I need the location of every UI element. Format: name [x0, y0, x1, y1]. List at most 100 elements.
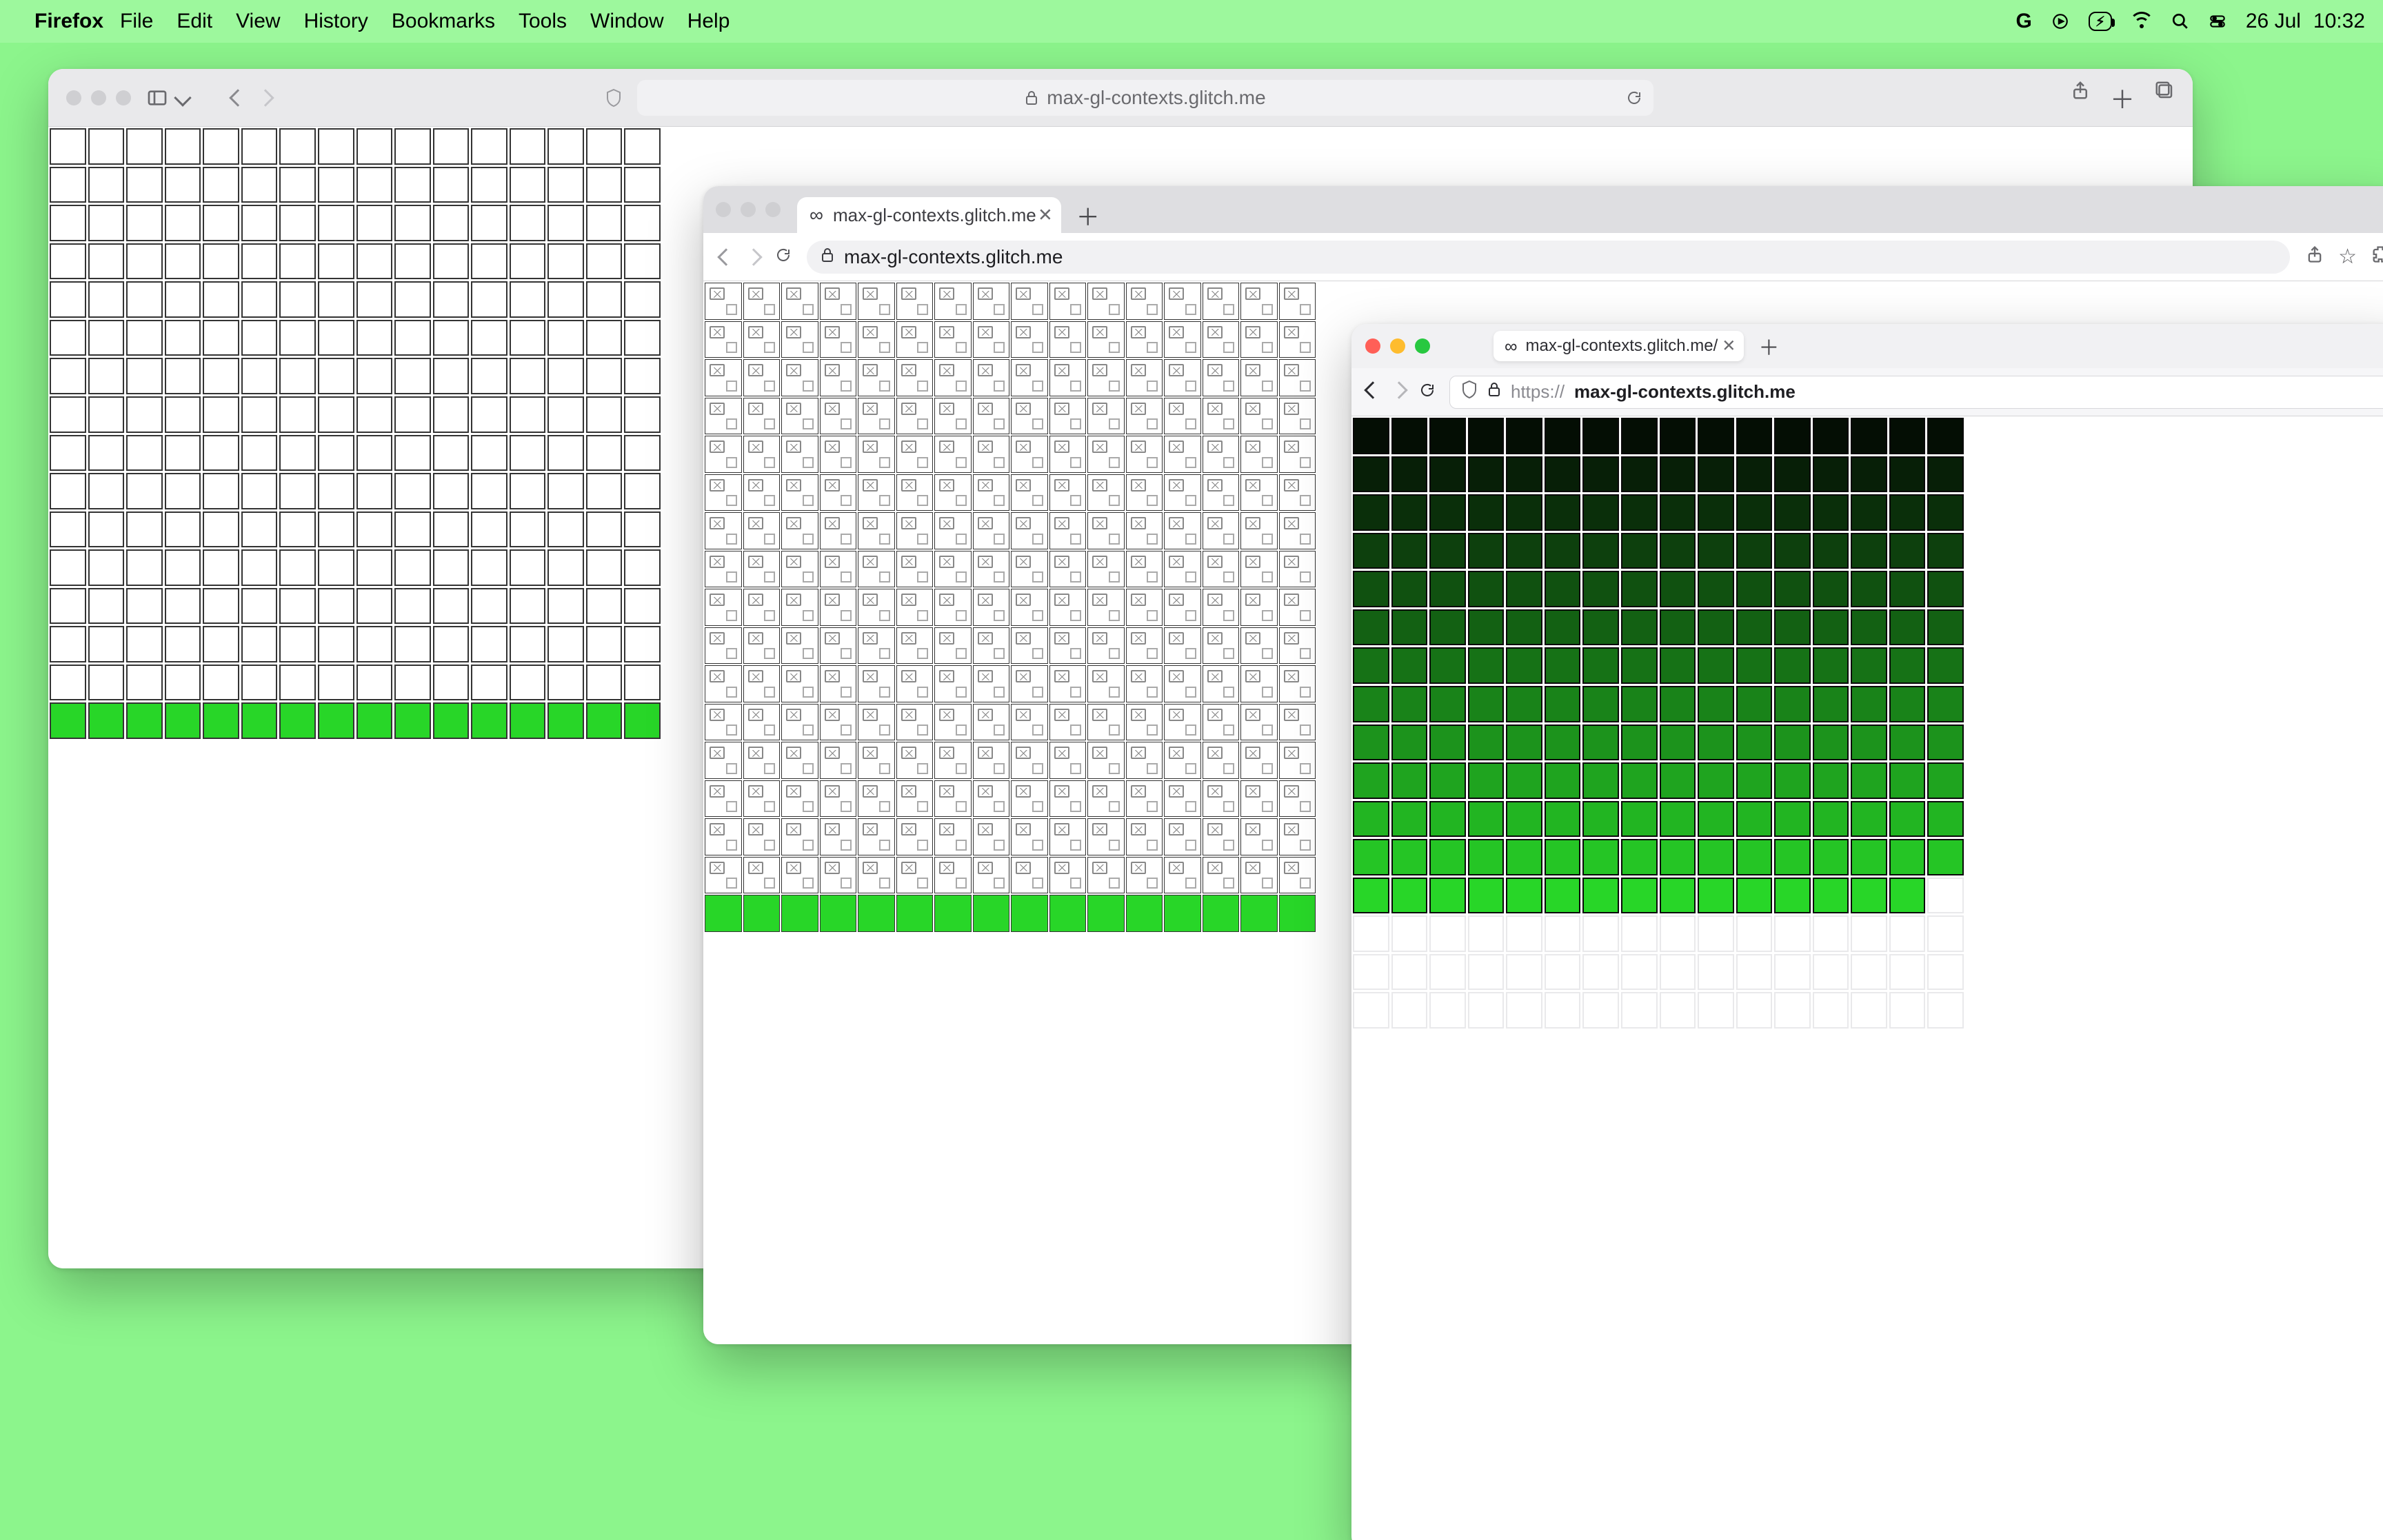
safari-tab-groups-dropdown-icon[interactable] — [177, 92, 189, 104]
grid-cell — [1049, 857, 1087, 894]
grid-cell — [705, 283, 742, 320]
safari-privacy-shield-icon[interactable] — [605, 88, 622, 108]
firefox-reload-icon[interactable] — [1419, 382, 1436, 402]
safari-minimize-light[interactable] — [91, 90, 106, 105]
grid-cell — [705, 551, 742, 588]
menu-bookmarks[interactable]: Bookmarks — [392, 10, 495, 33]
grid-cell — [547, 243, 584, 280]
grid-cell — [318, 358, 354, 394]
firefox-tracking-shield-icon[interactable] — [1461, 380, 1478, 404]
grid-cell — [547, 626, 584, 662]
grid-cell — [1429, 533, 1466, 569]
grid-cell — [1279, 589, 1316, 626]
spotlight-tray-icon[interactable] — [2171, 12, 2189, 30]
grid-cell — [1203, 359, 1240, 396]
control-center-tray-icon[interactable] — [2209, 12, 2226, 30]
grid-cell — [1927, 878, 1964, 914]
grid-cell — [1621, 418, 1658, 454]
safari-addressbar[interactable]: max-gl-contexts.glitch.me — [637, 80, 1653, 116]
grid-cell — [1087, 589, 1125, 626]
chrome-back-icon[interactable] — [720, 246, 732, 268]
wifi-tray-icon[interactable] — [2131, 13, 2152, 30]
grid-cell — [1429, 801, 1466, 838]
grid-cell — [356, 243, 393, 280]
grid-cell — [1011, 283, 1048, 320]
firefox-tab-close-icon[interactable]: ✕ — [1722, 336, 1736, 356]
grid-cell — [1736, 839, 1773, 875]
safari-sidebar-toggle-icon[interactable] — [146, 87, 168, 109]
media-tray-icon[interactable] — [2051, 12, 2069, 30]
grid-cell — [433, 511, 470, 548]
firefox-minimize-light[interactable] — [1390, 338, 1405, 354]
chrome-forward-icon[interactable] — [747, 246, 760, 268]
firefox-tab-0[interactable]: ∞ max-gl-contexts.glitch.me/ ✕ — [1494, 331, 1744, 361]
grid-cell — [858, 665, 895, 702]
menu-window[interactable]: Window — [590, 10, 664, 33]
grid-cell — [1660, 762, 1696, 799]
grid-cell — [1889, 878, 1926, 914]
menu-edit[interactable]: Edit — [177, 10, 212, 33]
firefox-new-tab-button[interactable]: ＋ — [1755, 332, 1782, 360]
grid-cell — [1774, 839, 1811, 875]
grid-cell — [743, 857, 781, 894]
chrome-reload-icon[interactable] — [775, 246, 792, 268]
grid-cell — [1240, 436, 1278, 473]
safari-reload-icon[interactable] — [1626, 90, 1642, 106]
grid-cell — [586, 588, 623, 625]
grid-cell — [973, 780, 1010, 818]
chrome-tab-close-icon[interactable]: ✕ — [1038, 205, 1053, 226]
grid-cell — [1126, 704, 1163, 741]
grid-cell — [1506, 878, 1542, 914]
grid-cell — [50, 281, 86, 318]
grid-cell — [1851, 686, 1887, 722]
grid-cell — [1698, 954, 1734, 991]
menu-file[interactable]: File — [120, 10, 153, 33]
chrome-tab-0[interactable]: ∞ max-gl-contexts.glitch.me ✕ — [797, 197, 1061, 233]
g-tray-icon[interactable]: G — [2015, 10, 2031, 33]
grid-cell — [820, 436, 857, 473]
safari-traffic-lights — [66, 90, 131, 105]
firefox-back-icon[interactable] — [1367, 384, 1379, 400]
menu-history[interactable]: History — [304, 10, 368, 33]
chrome-new-tab-button[interactable]: ＋ — [1072, 199, 1104, 231]
battery-bolt-icon: ⚡︎ — [2095, 13, 2105, 30]
grid-cell — [705, 321, 742, 358]
menubar-clock[interactable]: 26 Jul 10:32 — [2246, 10, 2365, 33]
menu-view[interactable]: View — [236, 10, 280, 33]
safari-new-tab-icon[interactable]: ＋ — [2110, 80, 2135, 116]
grid-cell — [1011, 474, 1048, 511]
firefox-close-light[interactable] — [1365, 338, 1380, 354]
chrome-omnibox[interactable]: max-gl-contexts.glitch.me — [807, 241, 2290, 274]
chrome-extensions-icon[interactable] — [2371, 245, 2383, 269]
safari-share-icon[interactable] — [2070, 80, 2091, 116]
chrome-close-light[interactable] — [716, 202, 731, 217]
firefox-zoom-light[interactable] — [1415, 338, 1430, 354]
safari-tabs-overview-icon[interactable] — [2154, 80, 2175, 116]
grid-cell — [1353, 609, 1389, 646]
menu-help[interactable]: Help — [687, 10, 730, 33]
grid-cell — [356, 588, 393, 625]
menu-tools[interactable]: Tools — [519, 10, 567, 33]
active-app-name[interactable]: Firefox — [34, 10, 103, 33]
grid-cell — [858, 627, 895, 665]
firefox-forward-icon[interactable] — [1393, 384, 1405, 400]
safari-back-icon[interactable] — [232, 92, 244, 104]
firefox-urlbar[interactable]: https:// max-gl-contexts.glitch.me — [1449, 376, 2383, 409]
grid-cell — [241, 396, 278, 433]
grid-cell — [318, 396, 354, 433]
grid-cell — [356, 511, 393, 548]
safari-close-light[interactable] — [66, 90, 81, 105]
grid-cell — [547, 396, 584, 433]
chrome-share-icon[interactable] — [2305, 245, 2324, 269]
safari-forward-icon[interactable] — [259, 92, 272, 104]
grid-cell — [743, 589, 781, 626]
chrome-minimize-light[interactable] — [741, 202, 756, 217]
battery-tray-icon[interactable]: ⚡︎ — [2089, 12, 2112, 31]
grid-cell — [50, 626, 86, 662]
chrome-zoom-light[interactable] — [765, 202, 781, 217]
grid-cell — [1889, 456, 1926, 493]
grid-cell — [820, 818, 857, 855]
grid-cell — [1164, 742, 1201, 779]
chrome-bookmark-icon[interactable]: ☆ — [2338, 245, 2357, 269]
safari-zoom-light[interactable] — [116, 90, 131, 105]
